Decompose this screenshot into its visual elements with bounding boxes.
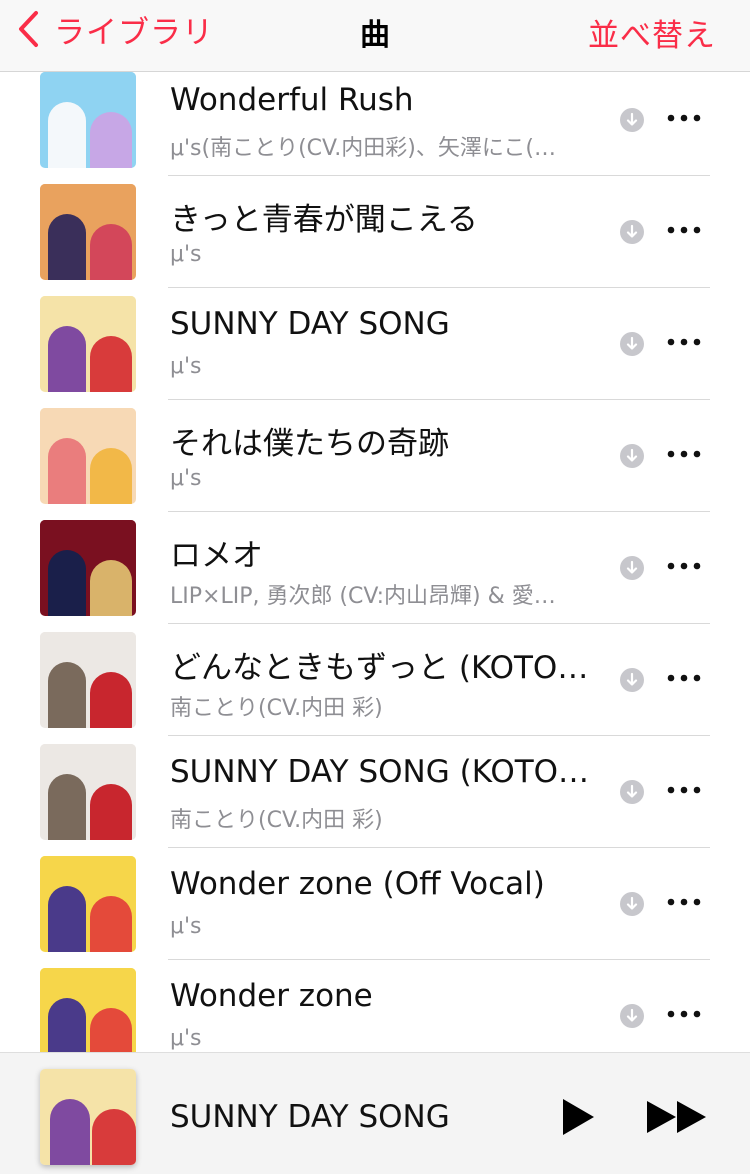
song-title: SUNNY DAY SONG (KOTO… — [170, 754, 590, 790]
song-row[interactable]: SUNNY DAY SONG μ's — [0, 288, 750, 400]
album-artwork — [40, 184, 136, 280]
ellipsis-icon[interactable] — [666, 1006, 702, 1022]
download-cloud-icon[interactable] — [620, 668, 644, 692]
album-artwork — [40, 968, 136, 1064]
ellipsis-icon[interactable] — [666, 222, 702, 238]
ellipsis-icon[interactable] — [666, 110, 702, 126]
song-row[interactable]: Wonderful Rush μ's(南ことり(CV.内田彩)、矢澤にこ(… — [0, 64, 750, 176]
song-row[interactable]: Wonder zone (Off Vocal) μ's — [0, 848, 750, 960]
download-cloud-icon[interactable] — [620, 892, 644, 916]
sort-button[interactable]: 並べ替え — [588, 10, 716, 55]
song-title: きっと青春が聞こえる — [170, 202, 478, 238]
song-row[interactable]: SUNNY DAY SONG (KOTO… 南ことり(CV.内田 彩) — [0, 736, 750, 848]
download-cloud-icon[interactable] — [620, 220, 644, 244]
song-artist: μ's — [170, 466, 202, 491]
ellipsis-icon[interactable] — [666, 894, 702, 910]
song-title: ロメオ — [170, 538, 263, 574]
download-cloud-icon[interactable] — [620, 444, 644, 468]
ellipsis-icon[interactable] — [666, 334, 702, 350]
song-title: それは僕たちの奇跡 — [170, 426, 449, 462]
song-title: Wonderful Rush — [170, 82, 414, 118]
download-cloud-icon[interactable] — [620, 556, 644, 580]
song-title: SUNNY DAY SONG — [170, 306, 450, 342]
album-artwork — [40, 408, 136, 504]
album-artwork — [40, 856, 136, 952]
ellipsis-icon[interactable] — [666, 782, 702, 798]
album-artwork — [40, 520, 136, 616]
navigation-bar: ライブラリ 曲 並べ替え — [0, 0, 750, 72]
song-list: Wonderful Rush μ's(南ことり(CV.内田彩)、矢澤にこ(… き… — [0, 64, 750, 1072]
ellipsis-icon[interactable] — [666, 558, 702, 574]
song-artist: 南ことり(CV.内田 彩) — [170, 696, 383, 721]
song-row[interactable]: ロメオ LIP×LIP, 勇次郎 (CV:内山昂輝) & 愛… — [0, 512, 750, 624]
album-artwork — [40, 72, 136, 168]
song-row[interactable]: どんなときもずっと (KOTO… 南ことり(CV.内田 彩) — [0, 624, 750, 736]
song-row[interactable]: きっと青春が聞こえる μ's — [0, 176, 750, 288]
song-artist: LIP×LIP, 勇次郎 (CV:内山昂輝) & 愛… — [170, 584, 556, 609]
fast-forward-icon[interactable] — [646, 1099, 708, 1135]
now-playing-artwork[interactable] — [40, 1069, 136, 1165]
now-playing-title[interactable]: SUNNY DAY SONG — [170, 1099, 450, 1135]
song-title: Wonder zone — [170, 978, 373, 1014]
download-cloud-icon[interactable] — [620, 332, 644, 356]
album-artwork — [40, 744, 136, 840]
song-title: どんなときもずっと (KOTO… — [170, 650, 589, 686]
song-artist: μ's — [170, 354, 202, 379]
download-cloud-icon[interactable] — [620, 108, 644, 132]
download-cloud-icon[interactable] — [620, 1004, 644, 1028]
song-artist: μ's — [170, 242, 202, 267]
song-artist: 南ことり(CV.内田 彩) — [170, 808, 383, 833]
ellipsis-icon[interactable] — [666, 446, 702, 462]
album-artwork — [40, 632, 136, 728]
download-cloud-icon[interactable] — [620, 780, 644, 804]
song-artist: μ's(南ことり(CV.内田彩)、矢澤にこ(… — [170, 136, 556, 161]
album-artwork — [40, 296, 136, 392]
song-row[interactable]: それは僕たちの奇跡 μ's — [0, 400, 750, 512]
mini-player[interactable]: SUNNY DAY SONG — [0, 1052, 750, 1174]
song-artist: μ's — [170, 914, 202, 939]
ellipsis-icon[interactable] — [666, 670, 702, 686]
song-artist: μ's — [170, 1026, 202, 1051]
play-icon[interactable] — [560, 1097, 596, 1137]
song-title: Wonder zone (Off Vocal) — [170, 866, 545, 902]
